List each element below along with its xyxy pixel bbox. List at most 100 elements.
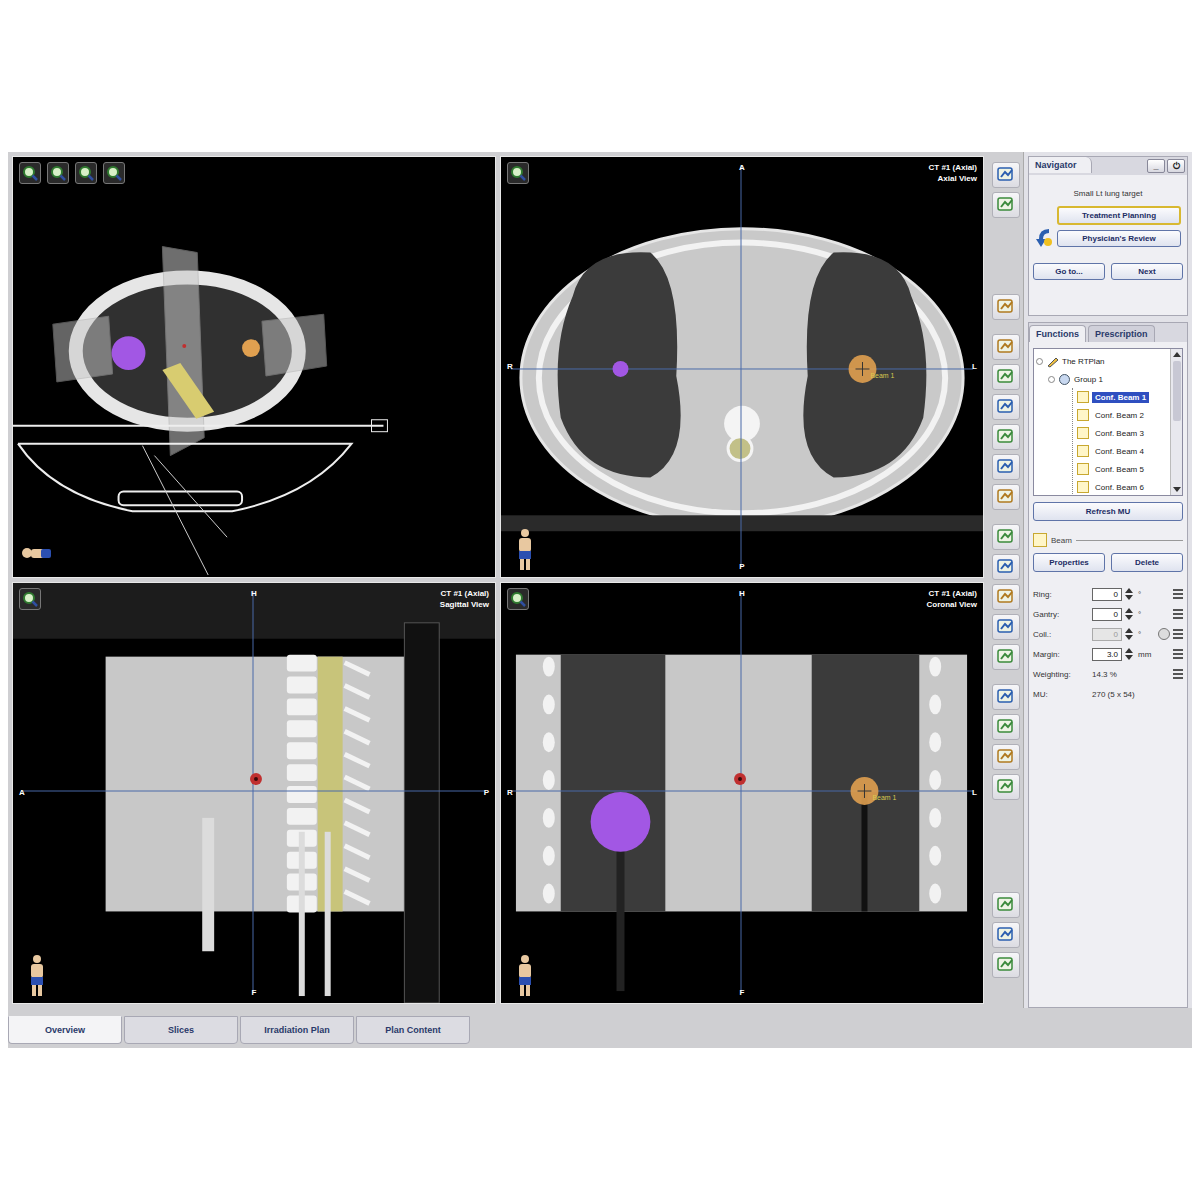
tool-button[interactable] [992, 892, 1020, 918]
tree-item[interactable]: Conf. Beam 5 [1073, 460, 1168, 478]
property-row: Weighting:14.3 % [1033, 666, 1183, 682]
tool-button[interactable] [992, 744, 1020, 770]
list-icon[interactable] [1173, 589, 1183, 599]
view-toolbar [507, 588, 529, 610]
magnifier-icon [22, 591, 38, 607]
viewport[interactable] [12, 156, 496, 578]
list-icon[interactable] [1173, 609, 1183, 619]
tool-button[interactable] [992, 584, 1020, 610]
tool-button[interactable] [992, 952, 1020, 978]
window-control[interactable]: ⏻ [1167, 159, 1185, 173]
tree-scrollbar[interactable] [1170, 349, 1182, 495]
beam-properties: Ring:0°Gantry:0°Coll.:0°Margin:3.0mmWeig… [1033, 578, 1183, 702]
tool-column [988, 152, 1024, 1008]
tool-button[interactable] [992, 334, 1020, 360]
collapse-icon [1048, 376, 1055, 383]
workflow-step[interactable]: Treatment Planning [1057, 206, 1181, 225]
spin-field[interactable]: 0 [1092, 608, 1122, 621]
tree-item[interactable]: Conf. Beam 6 [1073, 478, 1168, 495]
tool-button[interactable] [992, 424, 1020, 450]
view-tab[interactable]: Slices [124, 1016, 238, 1044]
tool-icon [996, 955, 1016, 975]
target-label: Beam 1 [870, 372, 894, 379]
tree-item[interactable]: Conf. Beam 2 [1073, 406, 1168, 424]
beam-icon [1077, 445, 1089, 457]
spin-field[interactable]: 3.0 [1092, 648, 1122, 661]
beam-action-button[interactable]: Delete [1111, 553, 1183, 572]
viewport[interactable]: Beam 1CT #1 (Axial)Axial ViewAPRL [500, 156, 984, 578]
refresh-mu-button[interactable]: Refresh MU [1033, 502, 1183, 521]
tool-button[interactable] [992, 394, 1020, 420]
window-control[interactable]: _ [1147, 159, 1165, 173]
zoom-button[interactable] [75, 162, 97, 184]
zoom-button[interactable] [103, 162, 125, 184]
tool-button[interactable] [992, 524, 1020, 550]
tree-item[interactable]: Conf. Beam 4 [1073, 442, 1168, 460]
view-tab[interactable]: Overview [8, 1016, 122, 1044]
viewport-title: CT #1 (Axial)Sagittal View [440, 588, 489, 610]
navigator: Navigator_⏻Small Lt lung targetTreatment… [1028, 156, 1188, 316]
tool-button[interactable] [992, 714, 1020, 740]
patient-orientation-icon [507, 953, 543, 997]
tool-button[interactable] [992, 644, 1020, 670]
navigator-button[interactable]: Go to... [1033, 263, 1105, 280]
zoom-button[interactable] [507, 162, 529, 184]
workflow-step[interactable]: Physician's Review [1057, 230, 1181, 247]
property-row: Gantry:0° [1033, 606, 1183, 622]
property-label: Margin: [1033, 650, 1089, 659]
tool-button[interactable] [992, 554, 1020, 580]
ct-image[interactable] [13, 157, 495, 577]
tool-button[interactable] [992, 684, 1020, 710]
tool-button[interactable] [992, 454, 1020, 480]
tool-icon [996, 925, 1016, 945]
beam-icon [1077, 391, 1089, 403]
tree-root[interactable]: The RTPlan [1036, 352, 1168, 370]
orientation-label: L [972, 362, 977, 371]
zoom-button[interactable] [19, 588, 41, 610]
tool-button[interactable] [992, 922, 1020, 948]
tool-button[interactable] [992, 294, 1020, 320]
property-label: Gantry: [1033, 610, 1089, 619]
tool-button[interactable] [992, 484, 1020, 510]
view-tab[interactable]: Irradiation Plan [240, 1016, 354, 1044]
tool-button[interactable] [992, 614, 1020, 640]
tool-button[interactable] [992, 774, 1020, 800]
view-toolbar [507, 162, 529, 184]
viewport[interactable]: CT #1 (Axial)Sagittal ViewHFAP [12, 582, 496, 1004]
list-icon[interactable] [1173, 649, 1183, 659]
zoom-button[interactable] [47, 162, 69, 184]
beam-action-button[interactable]: Properties [1033, 553, 1105, 572]
scroll-down-icon [1173, 487, 1181, 492]
tree-group[interactable]: Group 1 [1036, 370, 1168, 388]
panel-tab[interactable]: Functions [1029, 325, 1086, 342]
zoom-button[interactable] [19, 162, 41, 184]
ct-image[interactable]: Beam 1 [501, 157, 983, 577]
spin-arrows-icon[interactable] [1125, 608, 1133, 620]
tree-item[interactable]: Conf. Beam 3 [1073, 424, 1168, 442]
property-label: Ring: [1033, 590, 1089, 599]
ct-image[interactable]: Beam 1 [501, 583, 983, 1003]
beam-icon [1033, 533, 1047, 547]
spin-arrows-icon[interactable] [1125, 648, 1133, 660]
tool-icon [996, 557, 1016, 577]
orientation-label: P [484, 788, 489, 797]
tool-button[interactable] [992, 162, 1020, 188]
list-icon[interactable] [1173, 629, 1183, 639]
beam-icon [1077, 463, 1089, 475]
tool-button[interactable] [992, 192, 1020, 218]
tool-button[interactable] [992, 364, 1020, 390]
tool-icon [996, 647, 1016, 667]
ct-image[interactable] [13, 583, 495, 1003]
spin-arrows-icon[interactable] [1125, 588, 1133, 600]
viewport[interactable]: Beam 1CT #1 (Axial)Coronal ViewHFRL [500, 582, 984, 1004]
navigator-button[interactable]: Next [1111, 263, 1183, 280]
view-tab[interactable]: Plan Content [356, 1016, 470, 1044]
viewport-grid: Beam 1CT #1 (Axial)Axial ViewAPRLCT #1 (… [8, 152, 988, 1008]
tree-item[interactable]: Conf. Beam 1 [1073, 388, 1168, 406]
zoom-button[interactable] [507, 588, 529, 610]
panel-tab[interactable]: Prescription [1088, 325, 1155, 342]
tool-icon [996, 717, 1016, 737]
list-icon[interactable] [1173, 669, 1183, 679]
spin-field[interactable]: 0 [1092, 588, 1122, 601]
link-icon[interactable] [1158, 628, 1170, 640]
